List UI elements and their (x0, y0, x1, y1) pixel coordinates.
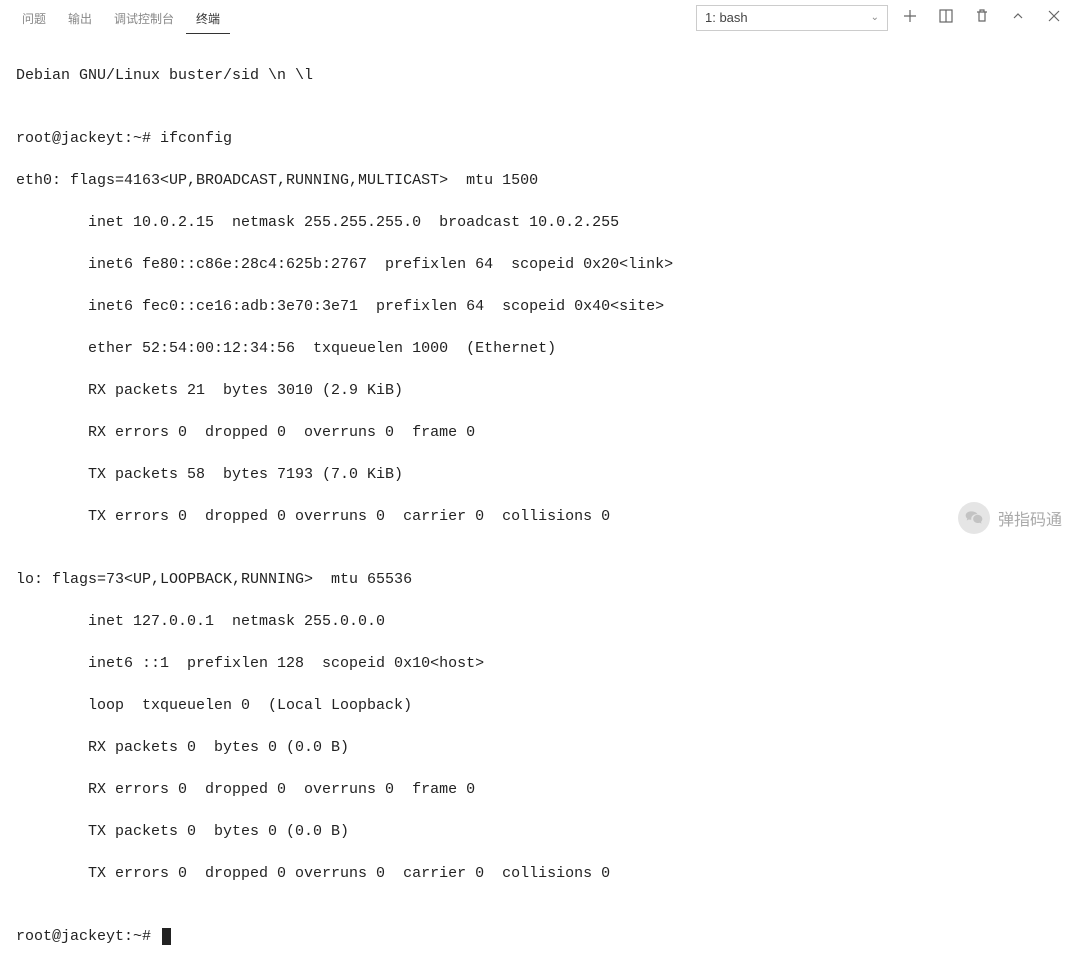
terminal-actions: 1: bash ⌄ (696, 4, 1068, 32)
chevron-down-icon: ⌄ (871, 12, 879, 23)
tab-terminal[interactable]: 终端 (186, 2, 230, 34)
tab-debug-console[interactable]: 调试控制台 (104, 2, 184, 34)
terminal-line: lo: flags=73<UP,LOOPBACK,RUNNING> mtu 65… (16, 569, 1064, 590)
terminal-line: TX errors 0 dropped 0 overruns 0 carrier… (16, 863, 1064, 884)
terminal-prompt-line: root@jackeyt:~# (16, 926, 1064, 947)
new-terminal-button[interactable] (896, 4, 924, 32)
maximize-panel-button[interactable] (1004, 4, 1032, 32)
terminal-prompt: root@jackeyt:~# (16, 928, 160, 945)
terminal-line: inet 10.0.2.15 netmask 255.255.255.0 bro… (16, 212, 1064, 233)
tab-output[interactable]: 输出 (58, 2, 102, 34)
watermark-text: 弹指码通 (998, 506, 1062, 530)
terminal-line: ether 52:54:00:12:34:56 txqueuelen 1000 … (16, 338, 1064, 359)
terminal-selector-value: 1: bash (705, 10, 748, 25)
terminal-line: inet6 fe80::c86e:28c4:625b:2767 prefixle… (16, 254, 1064, 275)
terminal-cursor (162, 928, 171, 945)
terminal-line: TX errors 0 dropped 0 overruns 0 carrier… (16, 506, 1064, 527)
terminal-line: RX errors 0 dropped 0 overruns 0 frame 0 (16, 422, 1064, 443)
terminal-line: eth0: flags=4163<UP,BROADCAST,RUNNING,MU… (16, 170, 1064, 191)
terminal-line: RX errors 0 dropped 0 overruns 0 frame 0 (16, 779, 1064, 800)
terminal-output[interactable]: Debian GNU/Linux buster/sid \n \l root@j… (0, 36, 1080, 976)
close-icon (1046, 8, 1062, 27)
terminal-line: RX packets 21 bytes 3010 (2.9 KiB) (16, 380, 1064, 401)
terminal-line: Debian GNU/Linux buster/sid \n \l (16, 65, 1064, 86)
terminal-line: inet 127.0.0.1 netmask 255.0.0.0 (16, 611, 1064, 632)
panel-tabs: 问题 输出 调试控制台 终端 (12, 2, 230, 34)
trash-icon (974, 8, 990, 27)
tab-problems[interactable]: 问题 (12, 2, 56, 34)
terminal-line: TX packets 0 bytes 0 (0.0 B) (16, 821, 1064, 842)
terminal-line: root@jackeyt:~# ifconfig (16, 128, 1064, 149)
terminal-line: TX packets 58 bytes 7193 (7.0 KiB) (16, 464, 1064, 485)
terminal-line: inet6 fec0::ce16:adb:3e70:3e71 prefixlen… (16, 296, 1064, 317)
watermark: 弹指码通 (958, 502, 1062, 534)
split-icon (938, 8, 954, 27)
wechat-icon (958, 502, 990, 534)
terminal-selector-dropdown[interactable]: 1: bash ⌄ (696, 5, 888, 31)
close-panel-button[interactable] (1040, 4, 1068, 32)
panel-header: 问题 输出 调试控制台 终端 1: bash ⌄ (0, 0, 1080, 36)
terminal-line: inet6 ::1 prefixlen 128 scopeid 0x10<hos… (16, 653, 1064, 674)
split-terminal-button[interactable] (932, 4, 960, 32)
chevron-up-icon (1010, 8, 1026, 27)
kill-terminal-button[interactable] (968, 4, 996, 32)
plus-icon (902, 8, 918, 27)
terminal-line: loop txqueuelen 0 (Local Loopback) (16, 695, 1064, 716)
terminal-line: RX packets 0 bytes 0 (0.0 B) (16, 737, 1064, 758)
